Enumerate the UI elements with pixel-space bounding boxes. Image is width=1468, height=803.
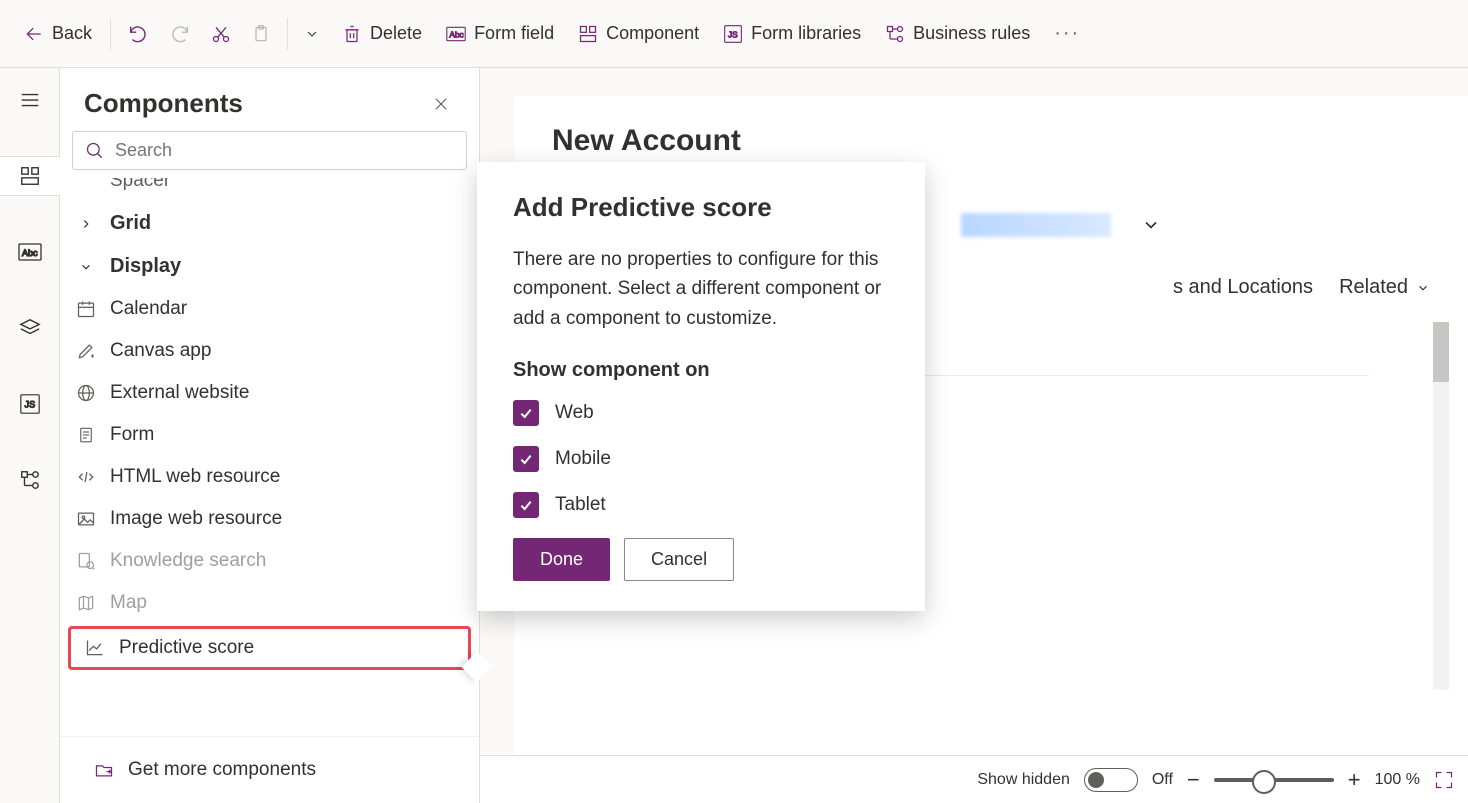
list-item-calendar[interactable]: Calendar	[60, 288, 479, 330]
checkbox-mobile[interactable]: Mobile	[513, 446, 889, 472]
tab-related[interactable]: Related	[1339, 276, 1430, 299]
left-rail: Abc JS	[0, 68, 60, 803]
svg-text:JS: JS	[728, 29, 738, 39]
chevron-down-icon	[74, 260, 98, 274]
delete-icon	[342, 24, 362, 44]
back-label: Back	[52, 23, 92, 44]
checkbox-tablet[interactable]: Tablet	[513, 492, 889, 518]
more-button[interactable]: ···	[1044, 22, 1090, 45]
zoom-footer: Show hidden Off − + 100 %	[480, 755, 1468, 803]
business-rules-button[interactable]: Business rules	[875, 15, 1040, 52]
svg-text:Abc: Abc	[449, 29, 463, 39]
list-item-knowledge: Knowledge search	[60, 540, 479, 582]
chevron-down-icon	[1416, 281, 1430, 295]
panel-title: Components	[84, 88, 243, 119]
zoom-value: 100 %	[1375, 771, 1420, 789]
business-rules-icon	[885, 24, 905, 44]
knowledge-icon	[74, 551, 98, 571]
folder-arrow-icon	[92, 760, 116, 780]
list-item-image[interactable]: Image web resource	[60, 498, 479, 540]
done-button[interactable]: Done	[513, 538, 610, 581]
popup-description: There are no properties to configure for…	[513, 245, 889, 333]
add-predictive-score-popup: Add Predictive score There are no proper…	[477, 162, 925, 611]
search-icon	[85, 141, 105, 161]
list-item-map: Map	[60, 582, 479, 624]
components-panel: Components · Spacer Grid	[60, 68, 480, 803]
globe-icon	[74, 383, 98, 403]
list-item-canvas-app[interactable]: Canvas app	[60, 330, 479, 372]
chevron-down-icon[interactable]	[1141, 215, 1161, 235]
popup-title: Add Predictive score	[513, 192, 889, 223]
back-button[interactable]: Back	[14, 15, 102, 52]
search-box[interactable]	[72, 131, 467, 170]
panel-close-button[interactable]	[427, 90, 455, 118]
arrow-left-icon	[24, 24, 44, 44]
vertical-scrollbar[interactable]	[1433, 322, 1449, 690]
popup-subheading: Show component on	[513, 359, 889, 382]
component-label: Component	[606, 23, 699, 44]
cut-button[interactable]	[203, 16, 239, 52]
hamburger-button[interactable]	[10, 80, 50, 120]
toggle-state: Off	[1152, 771, 1173, 789]
map-icon	[74, 593, 98, 613]
display-group[interactable]: Display	[60, 245, 479, 288]
list-item-form[interactable]: Form	[60, 414, 479, 456]
svg-text:JS: JS	[24, 400, 35, 410]
form-libraries-button[interactable]: JS Form libraries	[713, 15, 871, 52]
form-icon	[74, 425, 98, 445]
field-blurred	[961, 213, 1111, 237]
top-toolbar: Back Delete Abc Form field Component JS	[0, 0, 1468, 68]
delete-button[interactable]: Delete	[332, 15, 432, 52]
checkbox-icon	[513, 446, 539, 472]
pencil-icon	[74, 341, 98, 361]
rail-js-button[interactable]: JS	[10, 384, 50, 424]
list-item-predictive-score[interactable]: Predictive score	[68, 626, 471, 670]
code-icon	[74, 467, 98, 487]
form-field-label: Form field	[474, 23, 554, 44]
list-item-html[interactable]: HTML web resource	[60, 456, 479, 498]
grid-group[interactable]: Grid	[60, 202, 479, 245]
rail-tree-button[interactable]	[10, 460, 50, 500]
chevron-right-icon	[74, 217, 98, 231]
zoom-slider[interactable]	[1214, 778, 1334, 782]
search-input[interactable]	[115, 140, 454, 161]
component-icon	[578, 24, 598, 44]
list-item[interactable]: · Spacer	[60, 178, 479, 202]
delete-label: Delete	[370, 23, 422, 44]
show-hidden-toggle[interactable]	[1084, 768, 1138, 792]
js-icon: JS	[723, 24, 743, 44]
checkbox-icon	[513, 400, 539, 426]
rail-layers-button[interactable]	[10, 308, 50, 348]
form-libraries-label: Form libraries	[751, 23, 861, 44]
checkbox-icon	[513, 492, 539, 518]
checkbox-web[interactable]: Web	[513, 400, 889, 426]
image-icon	[74, 509, 98, 529]
form-field-button[interactable]: Abc Form field	[436, 15, 564, 52]
zoom-in-button[interactable]: +	[1348, 767, 1361, 793]
get-more-components-button[interactable]: Get more components	[80, 749, 459, 791]
svg-text:Abc: Abc	[22, 248, 38, 258]
rail-components-button[interactable]	[0, 156, 60, 196]
form-title: New Account	[552, 124, 1430, 158]
fit-screen-button[interactable]	[1434, 770, 1454, 790]
cancel-button[interactable]: Cancel	[624, 538, 734, 581]
undo-button[interactable]	[119, 15, 157, 53]
calendar-icon	[74, 299, 98, 319]
divider	[287, 18, 288, 50]
zoom-out-button[interactable]: −	[1187, 767, 1200, 793]
redo-button[interactable]	[161, 15, 199, 53]
chevron-down-button[interactable]	[296, 18, 328, 50]
form-field-icon: Abc	[446, 24, 466, 44]
component-button[interactable]: Component	[568, 15, 709, 52]
paste-button[interactable]	[243, 16, 279, 52]
show-hidden-label: Show hidden	[977, 771, 1070, 789]
business-rules-label: Business rules	[913, 23, 1030, 44]
list-item-external-website[interactable]: External website	[60, 372, 479, 414]
chart-line-icon	[83, 638, 107, 658]
tab-locations[interactable]: s and Locations	[1173, 276, 1313, 299]
rail-abc-button[interactable]: Abc	[10, 232, 50, 272]
components-list[interactable]: · Spacer Grid Display Calendar	[60, 178, 479, 736]
divider	[110, 18, 111, 50]
